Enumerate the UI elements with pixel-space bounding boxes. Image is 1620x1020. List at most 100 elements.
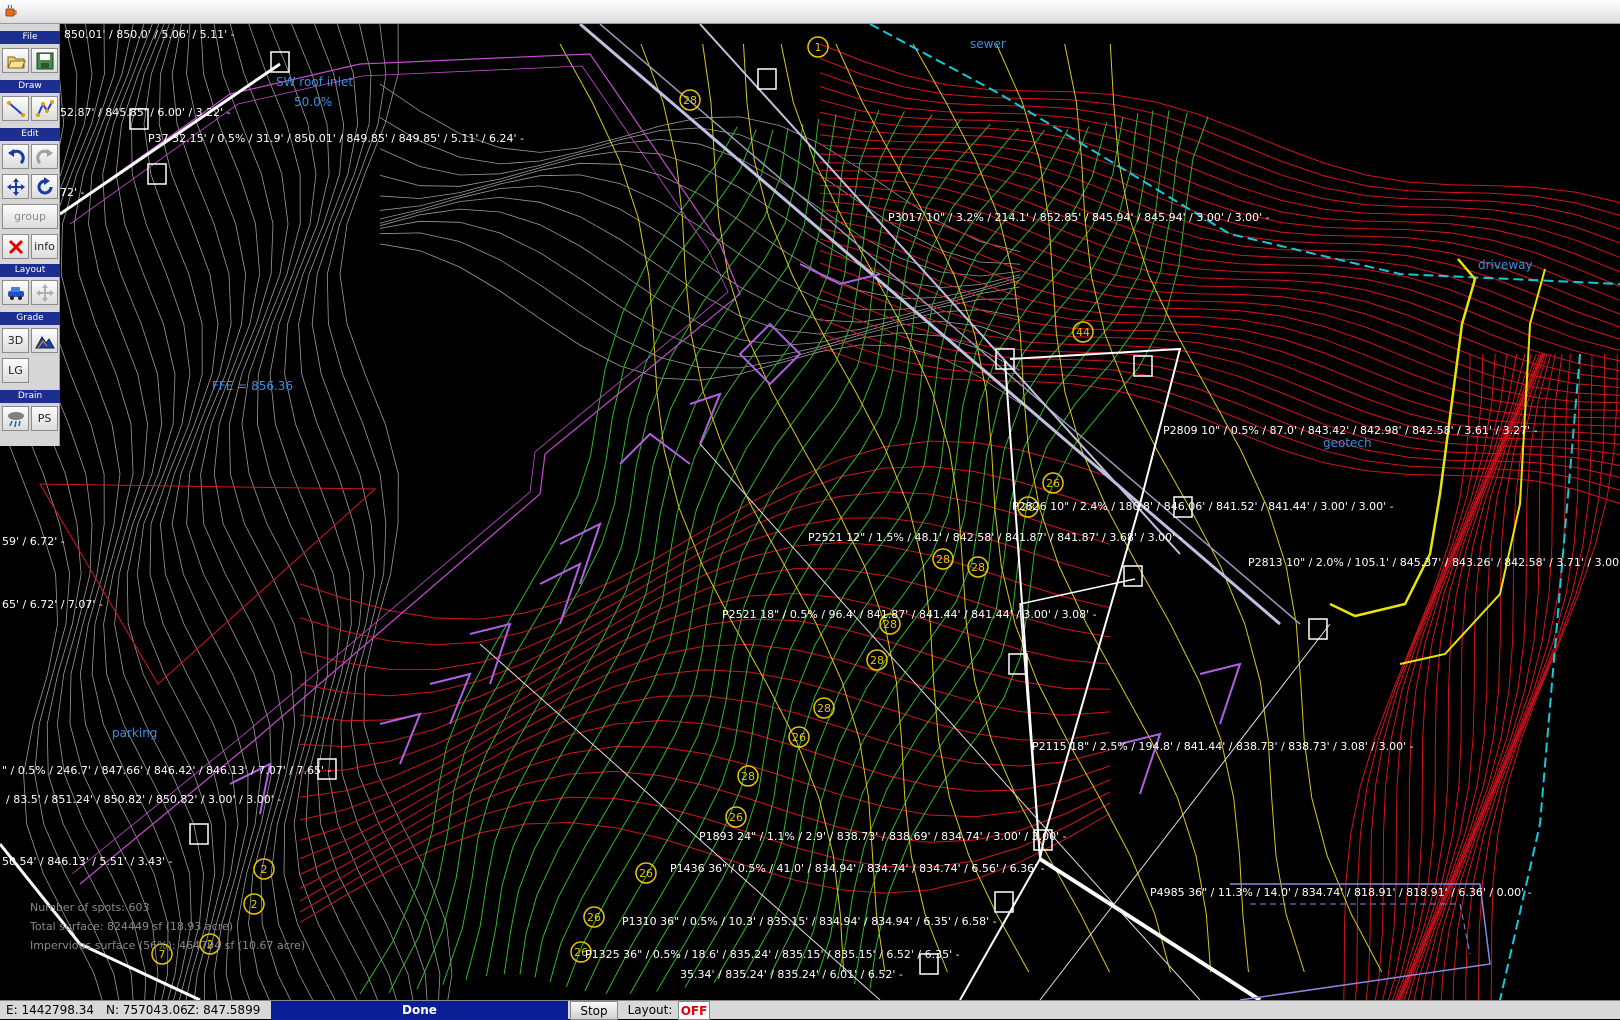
pipe-marker-number: 2 xyxy=(251,898,258,911)
terrain-button[interactable] xyxy=(31,328,58,353)
save-button[interactable] xyxy=(31,48,58,73)
undo-button[interactable] xyxy=(2,144,29,169)
elevation-readout: Z: 847.5899 xyxy=(187,1003,261,1017)
contour-line xyxy=(1397,353,1542,1000)
pipe-marker-number: 26 xyxy=(587,911,601,924)
layout-label: Layout: xyxy=(627,1003,673,1017)
move-button[interactable] xyxy=(2,174,29,199)
storm-drain-button[interactable] xyxy=(2,406,29,431)
info-button[interactable]: info xyxy=(31,234,58,259)
terrain-icon xyxy=(34,335,55,348)
canvas-label: parking xyxy=(112,726,158,740)
easting-readout: E: 1442798.34 xyxy=(6,1003,94,1017)
canvas-label: 52.87' / 845.85' / 6.00' / 3.22' - xyxy=(60,106,231,119)
layout-car-button[interactable] xyxy=(2,280,29,305)
lg-button[interactable]: LG xyxy=(2,358,29,383)
northing-readout: N: 757043.06 xyxy=(106,1003,188,1017)
canvas-label: / 83.5' / 851.24' / 850.82' / 850.82' / … xyxy=(6,793,282,806)
contour-line xyxy=(1396,353,1540,1000)
contour-line xyxy=(60,24,169,1000)
pipe-marker[interactable]: 28 xyxy=(967,556,989,578)
canvas-label: P2115 18" / 2.5% / 194.8' / 841.44' / 83… xyxy=(1032,740,1414,753)
pipe-marker[interactable]: 44 xyxy=(1072,321,1094,343)
contour-line xyxy=(1465,353,1593,1000)
canvas-label: SW roof inlet xyxy=(276,75,354,89)
pipe-marker[interactable]: 28 xyxy=(679,89,701,111)
contour-line xyxy=(379,208,1021,347)
storm-drain-icon xyxy=(7,411,24,427)
stop-button[interactable]: Stop xyxy=(570,1001,618,1020)
open-folder-icon xyxy=(6,56,26,68)
contour-line xyxy=(299,719,1111,875)
pipe-marker-number: 26 xyxy=(1046,477,1060,490)
draw-line-button[interactable] xyxy=(2,96,29,121)
pipe-marker[interactable]: 28 xyxy=(813,697,835,719)
layout-section-title: Layout xyxy=(0,264,60,277)
contour-line xyxy=(1440,353,1571,1000)
pipe-marker[interactable]: 1 xyxy=(807,36,829,58)
undo-icon xyxy=(7,148,25,164)
contour-line xyxy=(228,24,314,1000)
canvas-label: P2813 10" / 2.0% / 105.1' / 845.37' / 84… xyxy=(1248,556,1620,569)
redo-button[interactable] xyxy=(31,144,58,169)
canvas-label: " / 0.5% / 246.7' / 847.66' / 846.42' / … xyxy=(2,764,332,777)
canvas-label: Impervious surface (56%): 464794 sf (10.… xyxy=(30,939,306,952)
pipe-marker-number: 28 xyxy=(936,553,950,566)
canvas-label: P2826 10" / 2.4% / 180.8' / 846.06' / 84… xyxy=(1012,500,1394,513)
layout-move-button[interactable] xyxy=(31,280,58,305)
pipe-marker-number: 28 xyxy=(683,94,697,107)
pipe-marker-number: 28 xyxy=(870,654,884,667)
file-section-title: File xyxy=(0,31,60,44)
pipe-marker-number: 28 xyxy=(817,702,831,715)
pipe-marker[interactable]: 28 xyxy=(737,765,759,787)
contour-line xyxy=(269,24,379,1000)
contour-line xyxy=(442,127,789,985)
window-title-bar xyxy=(0,0,1620,24)
layout-toggle[interactable]: OFF xyxy=(678,1001,710,1020)
site-plan-canvas[interactable]: 1 28 44 26 28 28 28 28 28 28 26 28 26 26 2 2 26 26 7 2 850.… xyxy=(0,24,1620,1000)
contour-line xyxy=(241,24,336,1000)
ps-button[interactable]: PS xyxy=(31,406,58,431)
pipe-marker[interactable]: 26 xyxy=(788,726,810,748)
contour-line xyxy=(299,491,1111,671)
draw-polyline-button[interactable] xyxy=(31,96,58,121)
drain-section-title: Drain xyxy=(0,390,60,403)
pipe-marker[interactable]: 26 xyxy=(1042,472,1064,494)
canvas-label: 59' / 6.72' - xyxy=(2,535,65,548)
pipe-marker[interactable]: 2 xyxy=(253,858,275,880)
pipe-marker-number: 26 xyxy=(729,811,743,824)
canvas-label: Number of spots: 603 xyxy=(30,901,150,914)
canvas-label: P3017 10" / 3.2% / 214.1' / 852.85' / 84… xyxy=(888,211,1270,224)
pipe-marker[interactable]: 2 xyxy=(243,893,265,915)
pipe-marker-number: 28 xyxy=(971,561,985,574)
contour-line xyxy=(1430,353,1563,1000)
status-bar: E: 1442798.34 N: 757043.06 Z: 847.5899 D… xyxy=(0,1000,1620,1020)
move-icon xyxy=(6,177,25,196)
pipe-marker[interactable]: 26 xyxy=(635,862,657,884)
pipe-marker[interactable]: 28 xyxy=(866,649,888,671)
canvas-label: 72' - xyxy=(60,186,85,199)
contour-line xyxy=(819,43,1620,204)
draw-polyline-icon xyxy=(35,99,54,117)
canvas-label: geotech xyxy=(1323,436,1372,450)
layout-move-icon xyxy=(35,283,54,302)
contour-line xyxy=(713,126,1090,983)
canvas-label: 850.01' / 850.0' / 5.06' / 5.11' - xyxy=(64,28,235,41)
delete-button[interactable] xyxy=(2,234,29,259)
pipe-markers: 12844262828282828282628262622262672 xyxy=(151,36,1094,965)
pipe-marker-number: 28 xyxy=(741,770,755,783)
contour-line xyxy=(45,24,159,1000)
canvas-label: P1310 36" / 0.5% / 10.3' / 835.15' / 834… xyxy=(622,915,997,928)
pipe-marker[interactable]: 28 xyxy=(932,548,954,570)
group-button[interactable]: group xyxy=(2,204,58,229)
status-message: Done xyxy=(271,1001,568,1020)
canvas-label: P37 32.15' / 0.5% / 31.9' / 850.01' / 84… xyxy=(148,132,525,145)
rotate-button[interactable] xyxy=(31,174,58,199)
pipe-marker[interactable]: 26 xyxy=(725,806,747,828)
open-file-button[interactable] xyxy=(2,48,29,73)
canvas-label: FFE = 856.36 xyxy=(212,379,294,393)
canvas-label: 35.34' / 835.24' / 835.24' / 6.01' / 6.5… xyxy=(680,968,903,981)
view-3d-button[interactable]: 3D xyxy=(2,328,29,353)
canvas-label: driveway xyxy=(1478,258,1533,272)
contour-line xyxy=(1478,353,1605,1000)
